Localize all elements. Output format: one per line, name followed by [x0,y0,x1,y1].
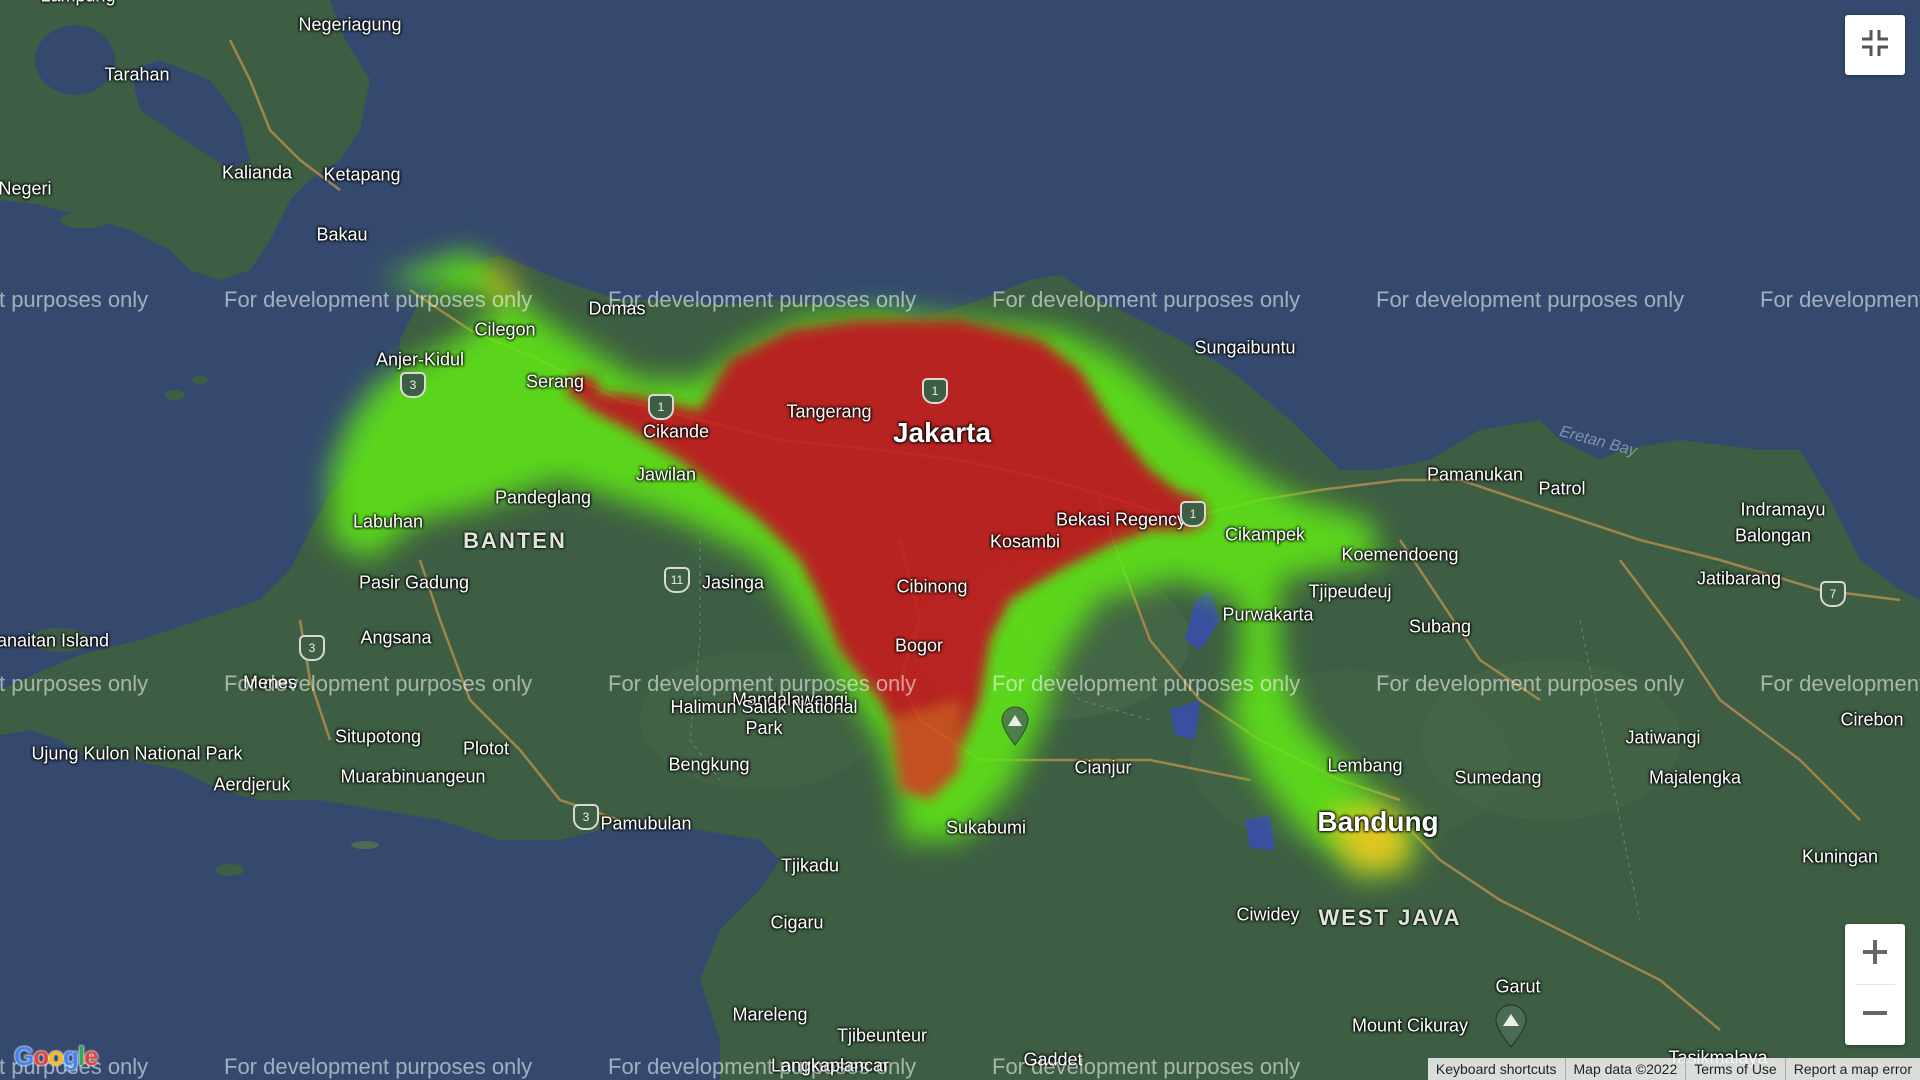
road-shield-icon: 1 [922,378,948,404]
exit-fullscreen-button[interactable] [1845,15,1905,75]
mountain-pin-icon-2[interactable] [1000,706,1030,751]
terms-of-use-link[interactable]: Terms of Use [1685,1058,1784,1080]
road-shield-icon: 1 [1180,501,1206,527]
basemap [0,0,1920,1080]
road-shield-icon: 7 [1820,581,1846,607]
minus-icon [1861,999,1889,1032]
road-shield-icon: 3 [299,635,325,661]
zoom-control [1845,924,1905,1045]
road-shield-icon: 1 [648,394,674,420]
zoom-out-button[interactable] [1845,985,1905,1045]
road-shield-icon: 3 [573,804,599,830]
zoom-in-button[interactable] [1845,924,1905,984]
attribution-bar: Keyboard shortcuts Map data ©2022 Terms … [1427,1058,1920,1080]
plus-icon [1861,938,1889,971]
exit-fullscreen-icon [1860,28,1890,63]
google-logo[interactable]: Google [14,1041,99,1072]
report-map-error-link[interactable]: Report a map error [1784,1058,1920,1080]
keyboard-shortcuts-link[interactable]: Keyboard shortcuts [1428,1058,1565,1080]
road-shield-icon: 11 [664,567,690,593]
road-shield-icon: 3 [400,372,426,398]
map-data-label: Map data ©2022 [1564,1058,1686,1080]
map-canvas[interactable]: Negeriagung Tarahan Kalianda Ketapang Negeri… [0,0,1920,1080]
mountain-pin-icon[interactable] [1494,1004,1528,1053]
